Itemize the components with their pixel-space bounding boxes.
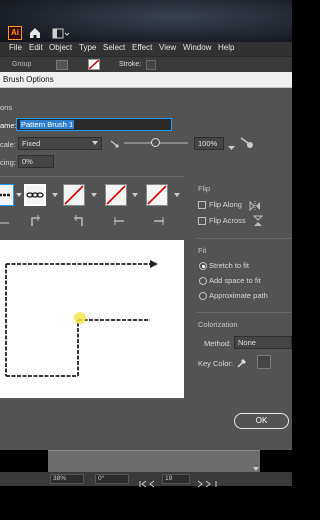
eyedropper-icon[interactable] <box>236 356 248 368</box>
outer-corner-tile[interactable] <box>24 184 46 206</box>
stroke-swatch[interactable] <box>88 59 100 70</box>
name-label: ame: <box>0 121 17 130</box>
side-tile[interactable] <box>0 184 14 206</box>
dialog-title: Brush Options <box>3 75 54 84</box>
artboard-value: 19 <box>165 475 173 482</box>
zoom-field[interactable]: 38% <box>50 474 84 484</box>
divider <box>196 238 292 239</box>
flip-across-checkbox[interactable] <box>198 217 206 225</box>
scale-percent-value: 100% <box>198 139 218 148</box>
chevron-down-icon <box>92 141 98 145</box>
artboard-nav-next[interactable] <box>196 475 226 488</box>
control-bar: Group Stroke: <box>0 56 292 72</box>
chevron-down-icon[interactable] <box>52 193 58 197</box>
chevron-down-icon[interactable] <box>91 193 97 197</box>
method-dropdown[interactable]: None <box>234 336 292 349</box>
end-tile-icon <box>152 214 166 228</box>
menu-bar: File Edit Object Type Select Effect View… <box>0 42 292 56</box>
flip-along-icon <box>249 199 261 212</box>
menu-effect[interactable]: Effect <box>132 43 152 52</box>
inner-corner-icon <box>70 214 84 228</box>
window-titlebar-background <box>0 0 292 42</box>
fit-add-space-radio[interactable] <box>199 277 207 285</box>
inner-corner-tile[interactable] <box>63 184 85 206</box>
fit-stretch-label: Stretch to fit <box>209 261 250 270</box>
artboard-field[interactable]: 19 <box>162 474 190 484</box>
rotation-value: 0° <box>98 475 105 482</box>
outer-corner-icon <box>30 214 44 228</box>
menu-edit[interactable]: Edit <box>29 43 43 52</box>
fit-section-title: Fit <box>198 246 207 255</box>
scale-percent-field[interactable]: 100% <box>194 137 224 150</box>
menu-help[interactable]: Help <box>218 43 234 52</box>
menu-object[interactable]: Object <box>49 43 72 52</box>
start-tile[interactable] <box>105 184 127 206</box>
flip-along-label: Flip Along <box>209 200 242 209</box>
rotation-field[interactable]: 0° <box>95 474 129 484</box>
fill-swatch[interactable] <box>56 60 68 70</box>
method-label: Method: <box>204 339 232 348</box>
stroke-weight-field[interactable] <box>146 60 156 70</box>
menu-view[interactable]: View <box>159 43 176 52</box>
side-tile-icon <box>0 216 12 228</box>
flip-along-checkbox[interactable] <box>198 201 206 209</box>
menu-window[interactable]: Window <box>183 43 211 52</box>
ok-button[interactable]: OK <box>234 413 289 429</box>
flip-section-title: Flip <box>198 184 211 193</box>
menu-type[interactable]: Type <box>79 43 96 52</box>
fit-approximate-radio[interactable] <box>199 292 207 300</box>
options-heading: ons <box>0 103 13 112</box>
brush-name-value: Pattern Brush 1 <box>20 120 75 129</box>
spacing-label: cing: <box>0 158 16 167</box>
chevron-down-icon[interactable] <box>252 460 260 471</box>
app-logo: Ai <box>8 26 22 40</box>
start-tile-icon <box>112 214 126 228</box>
brush-name-field[interactable]: Pattern Brush 1 <box>16 118 172 131</box>
fit-add-space-label: Add space to fit <box>209 276 261 285</box>
spacing-field[interactable]: 0% <box>18 155 54 168</box>
percent-stepper-arrow[interactable] <box>228 139 235 150</box>
menu-select[interactable]: Select <box>103 43 125 52</box>
scale-slider-thumb[interactable] <box>151 138 160 147</box>
chevron-down-icon[interactable] <box>132 193 138 197</box>
zoom-value: 38% <box>53 475 67 482</box>
stroke-label: Stroke: <box>119 61 142 68</box>
chevron-down-icon[interactable] <box>174 193 180 197</box>
large-brush-icon <box>240 136 256 148</box>
colorization-section-title: Colorization <box>198 320 238 329</box>
arrange-documents-icon[interactable] <box>52 27 70 39</box>
flip-across-label: Flip Across <box>209 216 246 225</box>
small-brush-icon <box>110 137 122 148</box>
scale-label: cale: <box>0 140 16 149</box>
selection-type-label: Group <box>12 61 32 68</box>
status-bar: 38% 0° 19 <box>0 472 292 488</box>
spacing-value: 0% <box>22 157 33 166</box>
dialog-titlebar: Brush Options <box>0 72 292 88</box>
fit-approximate-label: Approximate path <box>209 291 268 300</box>
key-color-label: Key Color: <box>198 359 234 368</box>
brush-preview <box>0 240 184 398</box>
method-value: None <box>238 338 256 347</box>
end-tile[interactable] <box>146 184 168 206</box>
scale-dropdown[interactable]: Fixed <box>18 137 102 150</box>
divider <box>196 312 292 313</box>
scale-value: Fixed <box>22 139 41 148</box>
divider <box>0 176 184 177</box>
fit-stretch-radio[interactable] <box>199 262 207 270</box>
canvas-area <box>48 450 260 472</box>
home-icon[interactable] <box>28 26 42 40</box>
flip-across-icon <box>252 214 264 226</box>
key-color-swatch[interactable] <box>257 355 271 369</box>
menu-file[interactable]: File <box>9 43 22 52</box>
chevron-down-icon[interactable] <box>16 193 22 197</box>
